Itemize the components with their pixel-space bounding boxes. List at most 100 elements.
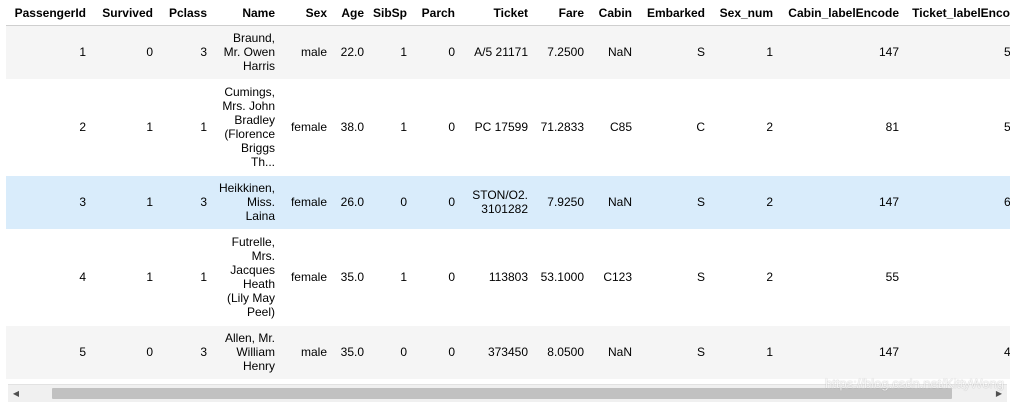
column-header: Ticket_labelEncode xyxy=(903,0,1010,26)
sex-cell: female xyxy=(290,270,327,284)
parch-cell: 0 xyxy=(448,195,455,209)
dataframe-table: PassengerId Survived Pclass Name Sex Age… xyxy=(6,0,1010,379)
sex-cell: female xyxy=(290,120,327,134)
cell-line: 3101282 xyxy=(481,202,528,216)
cell-line: Braund, xyxy=(232,31,275,46)
sex-num-cell: 1 xyxy=(766,45,773,60)
column-header: Sex xyxy=(279,0,331,26)
ticket-cell: 373450 xyxy=(459,326,532,379)
cell-line: Cumings, xyxy=(224,85,275,99)
age-cell: 26.0 xyxy=(340,195,364,209)
ticket-label-encode-cell: 472 xyxy=(1003,345,1010,359)
dataframe-output: PassengerId Survived Pclass Name Sex Age… xyxy=(6,0,1010,403)
cell-line: (Florence xyxy=(224,127,275,141)
cell-line: Miss. xyxy=(247,195,275,209)
fare-cell: 71.2833 xyxy=(540,120,584,134)
passenger-id-cell: 1 xyxy=(79,45,86,60)
column-header: Cabin_labelEncode xyxy=(777,0,903,26)
cabin-cell: C85 xyxy=(609,120,632,134)
scrollbar-thumb[interactable] xyxy=(52,388,952,399)
cell-line: Heikkinen, xyxy=(218,181,275,195)
sex-cell: female xyxy=(290,195,327,209)
age-cell: 38.0 xyxy=(340,120,364,134)
sex-cell: male xyxy=(300,345,327,359)
sex-num-cell: 2 xyxy=(766,120,773,134)
column-header: Fare xyxy=(532,0,588,26)
table-row[interactable]: 2 1 1 Cumings, Mrs. John Bradley (Florence Brig… xyxy=(6,79,1010,176)
age-cell: 35.0 xyxy=(340,345,364,359)
column-header: Sex_num xyxy=(709,0,777,26)
cell-line: PC 17599 xyxy=(474,120,528,134)
cell-line: Futrelle, xyxy=(231,235,275,249)
sibsp-cell: 0 xyxy=(400,345,407,359)
cabin-label-encode-cell: 147 xyxy=(878,195,899,209)
parch-cell: 0 xyxy=(448,345,455,359)
ticket-label-encode-cell: 596 xyxy=(1003,120,1010,134)
column-header: Ticket xyxy=(459,0,532,26)
cell-line: Bradley xyxy=(234,113,275,127)
name-cell: Cumings, Mrs. John Bradley (Florence Briggs T… xyxy=(211,79,279,176)
parch-cell: 0 xyxy=(448,45,455,60)
embarked-cell: S xyxy=(696,270,705,284)
table-row[interactable]: 4 1 1 Futrelle, Mrs. Jacques Heath (Lily May Pee… xyxy=(6,229,1010,326)
cell-line: Peel) xyxy=(246,305,275,319)
pclass-cell: 3 xyxy=(200,345,207,359)
cell-line: A/5 21171 xyxy=(474,45,528,60)
ticket-label-encode-cell: 523 xyxy=(1003,45,1010,60)
survived-cell: 0 xyxy=(146,345,153,359)
pclass-cell: 3 xyxy=(200,45,207,60)
column-header: Cabin xyxy=(588,0,636,26)
age-cell: 35.0 xyxy=(340,270,364,284)
cell-line: Th... xyxy=(250,155,275,169)
cell-line: Henry xyxy=(242,359,275,373)
sibsp-cell: 0 xyxy=(400,195,407,209)
table-row[interactable]: 1 0 3 Braund, Mr. Owen Harris male 22.0 1 0 A/5 21… xyxy=(6,25,1010,79)
scroll-left-arrow-icon[interactable]: ◀ xyxy=(8,385,24,402)
column-header: Survived xyxy=(90,0,157,26)
header-row: PassengerId Survived Pclass Name Sex Age… xyxy=(6,0,1010,26)
cell-line: William xyxy=(236,345,275,359)
cell-line: Mr. Owen xyxy=(223,45,275,60)
cabin-cell: C123 xyxy=(603,270,632,284)
table-row[interactable]: 5 0 3 Allen, Mr. William Henry male 35.0 0 0 37345… xyxy=(6,325,1010,379)
survived-cell: 0 xyxy=(146,45,153,60)
watermark: https://blog.csdn.net/KittyWong xyxy=(825,376,1004,391)
cell-line: Mrs. John xyxy=(222,99,275,113)
cell-line: Harris xyxy=(243,59,275,74)
table-row[interactable]: 3 1 3 Heikkinen, Miss. Laina female 26.0 0 0 STON/… xyxy=(6,175,1010,229)
ticket-cell: STON/O2. 3101282 xyxy=(459,176,532,229)
cabin-cell: NaN xyxy=(607,45,632,60)
fare-cell: 7.2500 xyxy=(547,45,584,60)
sibsp-cell: 1 xyxy=(400,270,407,284)
cabin-cell: NaN xyxy=(607,345,632,359)
embarked-cell: S xyxy=(696,345,705,359)
sex-cell: male xyxy=(300,45,327,60)
cabin-label-encode-cell: 81 xyxy=(885,120,899,134)
column-header: Parch xyxy=(411,0,459,26)
cell-line: (Lily May xyxy=(226,291,275,305)
cabin-label-encode-cell: 147 xyxy=(878,345,899,359)
column-header: Name xyxy=(211,0,279,26)
survived-cell: 1 xyxy=(146,270,153,284)
sibsp-cell: 1 xyxy=(400,45,407,60)
cell-line: Allen, Mr. xyxy=(224,331,275,345)
column-header: Pclass xyxy=(157,0,211,26)
age-cell: 22.0 xyxy=(340,45,364,60)
sex-num-cell: 2 xyxy=(766,270,773,284)
ticket-cell: 113803 xyxy=(459,229,532,326)
ticket-label-encode-cell: 49 xyxy=(903,229,1010,326)
sex-num-cell: 2 xyxy=(766,195,773,209)
cabin-cell: NaN xyxy=(607,195,632,209)
cell-line: Laina xyxy=(245,209,275,223)
passenger-id-cell: 2 xyxy=(79,120,86,134)
cell-line: Heath xyxy=(242,277,275,291)
fare-cell: 53.1000 xyxy=(540,270,584,284)
name-cell: Allen, Mr. William Henry xyxy=(211,326,279,379)
parch-cell: 0 xyxy=(448,120,455,134)
cell-line: STON/O2. xyxy=(472,188,528,202)
pclass-cell: 1 xyxy=(200,120,207,134)
cell-line: Jacques xyxy=(230,263,275,277)
table-body: 1 0 3 Braund, Mr. Owen Harris male 22.0 1 0 A/5 21… xyxy=(6,25,1010,379)
cabin-label-encode-cell: 147 xyxy=(878,45,899,60)
embarked-cell: C xyxy=(696,120,705,134)
